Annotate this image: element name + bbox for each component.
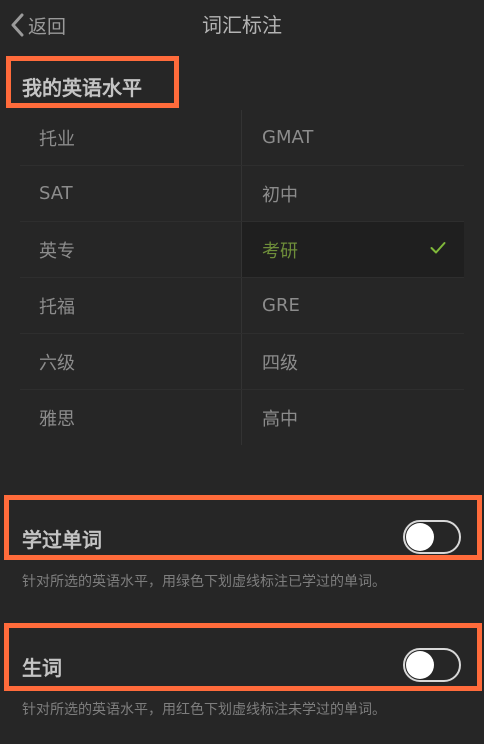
level-option-gre[interactable]: GRE [242, 278, 464, 333]
level-option-toefl[interactable]: 托福 [20, 278, 242, 333]
level-option-tem[interactable]: 英专 [20, 222, 242, 277]
level-option-label: 考研 [262, 240, 298, 262]
learned-words-description: 针对所选的英语水平，用绿色下划虚线标注已学过的单词。 [22, 574, 386, 590]
learned-words-label: 学过单词 [22, 528, 102, 552]
level-option-label: 英专 [39, 240, 75, 262]
page-title: 词汇标注 [202, 13, 282, 37]
level-option-cet6[interactable]: 六级 [20, 334, 242, 389]
level-option-label: SAT [39, 183, 73, 204]
level-option-label: 高中 [262, 408, 298, 430]
level-option-label: 四级 [262, 352, 298, 374]
level-row: 英专 考研 [20, 222, 464, 278]
english-level-title: 我的英语水平 [22, 76, 142, 100]
learned-words-toggle[interactable] [403, 520, 461, 554]
level-option-cet4[interactable]: 四级 [242, 334, 464, 389]
level-grid: 托业 GMAT SAT 初中 英专 考研 托福 GRE 六级 四级 雅思 高中 [20, 110, 464, 445]
level-row: 雅思 高中 [20, 390, 464, 445]
level-option-label: GRE [262, 295, 300, 316]
level-option-toeic[interactable]: 托业 [20, 110, 242, 165]
new-words-label: 生词 [22, 656, 62, 680]
toggle-knob [406, 651, 434, 679]
level-row: 托福 GRE [20, 278, 464, 334]
level-option-gmat[interactable]: GMAT [242, 110, 464, 165]
level-option-label: 雅思 [39, 408, 75, 430]
level-row: 托业 GMAT [20, 110, 464, 166]
level-option-ielts[interactable]: 雅思 [20, 390, 242, 445]
level-option-high-school[interactable]: 高中 [242, 390, 464, 445]
level-option-postgraduate[interactable]: 考研 [242, 222, 464, 277]
level-option-label: GMAT [262, 127, 314, 148]
level-row: SAT 初中 [20, 166, 464, 222]
new-words-description: 针对所选的英语水平，用红色下划虚线标注未学过的单词。 [22, 702, 386, 718]
navigation-bar: 返回 词汇标注 [0, 0, 484, 50]
level-option-sat[interactable]: SAT [20, 166, 242, 221]
level-option-label: 托福 [39, 296, 75, 318]
level-option-label: 六级 [39, 352, 75, 374]
new-words-toggle[interactable] [403, 648, 461, 682]
new-words-row: 生词 [0, 638, 484, 694]
level-option-label: 初中 [262, 184, 298, 206]
level-option-junior-high[interactable]: 初中 [242, 166, 464, 221]
level-option-label: 托业 [39, 128, 75, 150]
toggle-knob [406, 523, 434, 551]
level-row: 六级 四级 [20, 334, 464, 390]
learned-words-row: 学过单词 [0, 510, 484, 566]
checkmark-icon [430, 242, 446, 254]
